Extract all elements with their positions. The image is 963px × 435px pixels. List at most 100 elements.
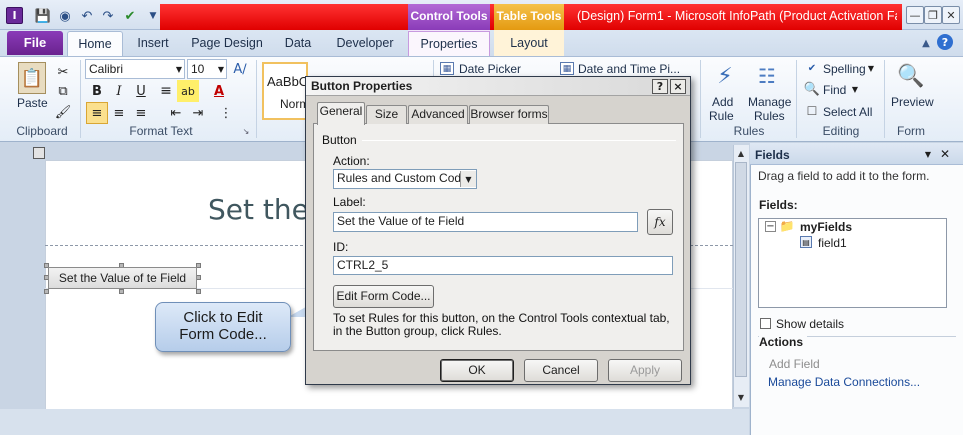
ok-button[interactable]: OK	[440, 359, 514, 382]
chevron-down-icon[interactable]: ▼	[460, 171, 476, 187]
highlight-icon[interactable]: ab	[177, 80, 199, 102]
add-rule-icon[interactable]: ⚡	[710, 61, 740, 91]
preview-globe-icon[interactable]: ◉	[56, 7, 74, 25]
help-icon[interactable]: ?	[937, 34, 953, 50]
clear-formatting-icon[interactable]: A∕	[229, 58, 251, 80]
find-button[interactable]: Find	[823, 83, 846, 97]
find-icon: 🔍	[803, 81, 821, 97]
save-icon[interactable]: 💾	[34, 7, 52, 25]
font-color-icon[interactable]: A	[208, 80, 230, 102]
section-rule	[362, 140, 676, 141]
preview-button[interactable]: Preview	[891, 95, 934, 109]
form-title-text[interactable]: Set the	[208, 193, 309, 226]
date-picker-control[interactable]: Date Picker	[459, 62, 521, 76]
pane-options-icon[interactable]: ▼	[922, 148, 934, 160]
bold-icon[interactable]: B	[86, 80, 108, 102]
scroll-down-icon[interactable]: ▼	[734, 390, 748, 404]
redo-icon[interactable]: ↷	[99, 7, 117, 25]
italic-icon[interactable]: I	[108, 80, 130, 102]
spelling-check-icon[interactable]: ✔	[121, 7, 139, 25]
add-rule-label-2[interactable]: Rule	[709, 109, 734, 123]
manage-data-connections-link[interactable]: Manage Data Connections...	[768, 375, 920, 389]
cancel-button[interactable]: Cancel	[524, 359, 598, 382]
font-name-combo[interactable]: Calibri	[85, 59, 185, 79]
restore-icon[interactable]: ❐	[924, 6, 942, 24]
underline-icon[interactable]: U	[130, 80, 152, 102]
copy-icon[interactable]: ⧉	[52, 80, 74, 102]
scroll-up-icon[interactable]: ▲	[734, 146, 748, 160]
style-normal-swatch[interactable]: AaBbC Norm	[262, 62, 309, 120]
spelling-button[interactable]: Spelling	[823, 62, 866, 76]
tab-general[interactable]: General	[317, 102, 365, 125]
tree-item-field1[interactable]: field1	[818, 236, 847, 250]
tab-size[interactable]: Size	[366, 105, 407, 124]
resize-handle[interactable]	[119, 289, 124, 294]
tab-insert[interactable]: Insert	[130, 31, 176, 57]
show-details-label: Show details	[776, 317, 845, 331]
manage-rules-icon[interactable]: ☷	[752, 61, 782, 91]
tab-browser-forms[interactable]: Browser forms	[469, 105, 549, 124]
tab-layout[interactable]: Layout	[494, 31, 564, 57]
close-icon[interactable]: ✕	[942, 6, 960, 24]
set-value-form-button[interactable]: Set the Value of te Field	[48, 267, 197, 289]
add-field-link[interactable]: Add Field	[769, 357, 820, 371]
resize-handle[interactable]	[44, 289, 49, 294]
formula-fx-button[interactable]: fx	[647, 209, 673, 235]
tab-developer[interactable]: Developer	[330, 31, 400, 57]
edit-form-code-button[interactable]: Edit Form Code...	[333, 285, 434, 308]
align-center-icon[interactable]: ≡	[108, 102, 130, 124]
manage-rules-label-1[interactable]: Manage	[748, 95, 791, 109]
manage-rules-label-2[interactable]: Rules	[754, 109, 785, 123]
fields-hint: Drag a field to add it to the form.	[758, 169, 930, 183]
id-label: ID:	[333, 240, 349, 254]
rules-group-label: Rules	[733, 124, 765, 138]
dialog-close-icon[interactable]: ×	[670, 79, 686, 94]
actions-heading: Actions	[759, 335, 808, 349]
id-input[interactable]: CTRL2_5	[333, 256, 673, 275]
resize-handle[interactable]	[196, 289, 201, 294]
tree-root-myfields[interactable]: myFields	[800, 220, 852, 234]
dialog-launcher-icon[interactable]: ↘	[241, 126, 251, 136]
decrease-indent-icon[interactable]: ⇤	[165, 102, 187, 124]
dialog-help-icon[interactable]: ?	[652, 79, 668, 94]
tab-home[interactable]: Home	[67, 31, 123, 57]
action-select[interactable]: Rules and Custom Code	[333, 169, 477, 189]
bullets-icon[interactable]: ≡	[155, 80, 177, 102]
scrollbar-thumb[interactable]	[735, 162, 747, 377]
minimize-icon[interactable]: —	[906, 6, 924, 24]
dialog-title: Button Properties	[306, 77, 690, 96]
tab-properties[interactable]: Properties	[408, 31, 490, 57]
collapse-icon[interactable]: −	[765, 221, 776, 232]
pane-close-icon[interactable]: ✕	[938, 147, 952, 161]
select-all-button[interactable]: Select All	[823, 105, 872, 119]
ribbon-minimize-icon[interactable]: ▲	[919, 36, 933, 50]
add-rule-label-1[interactable]: Add	[712, 95, 733, 109]
chevron-down-icon[interactable]: ▼	[174, 62, 184, 76]
align-left-icon[interactable]: ≡	[86, 102, 108, 124]
tab-advanced[interactable]: Advanced	[408, 105, 468, 124]
paste-button[interactable]: Paste	[17, 96, 48, 110]
increase-indent-icon[interactable]: ⇥	[187, 102, 209, 124]
paste-icon[interactable]: 📋	[18, 62, 46, 94]
group-separator	[256, 60, 257, 138]
chevron-down-icon[interactable]: ▼	[866, 62, 876, 74]
date-time-picker-control[interactable]: Date and Time Pi...	[578, 62, 680, 76]
chevron-down-icon[interactable]: ▼	[850, 83, 860, 95]
align-right-icon[interactable]: ≡	[130, 102, 152, 124]
table-select-handle[interactable]	[33, 147, 45, 159]
label-input[interactable]: Set the Value of te Field	[333, 212, 638, 232]
format-painter-icon[interactable]: 🖌	[52, 101, 74, 123]
format-text-group-label: Format Text	[129, 124, 193, 138]
tab-data[interactable]: Data	[278, 31, 318, 57]
undo-icon[interactable]: ↶	[78, 7, 96, 25]
chevron-down-icon[interactable]: ▼	[216, 62, 226, 76]
line-spacing-icon[interactable]: ⋮	[215, 102, 237, 124]
tab-page-design[interactable]: Page Design	[186, 31, 268, 57]
show-details-checkbox[interactable]	[760, 318, 771, 329]
tab-file[interactable]: File	[7, 31, 63, 55]
apply-button[interactable]: Apply	[608, 359, 682, 382]
preview-icon[interactable]: 🔍	[896, 60, 926, 92]
instruction-callout: Click to Edit Form Code...	[155, 302, 291, 352]
style-sample: AaBbC	[267, 74, 309, 89]
infopath-app-icon[interactable]: I	[6, 7, 23, 24]
